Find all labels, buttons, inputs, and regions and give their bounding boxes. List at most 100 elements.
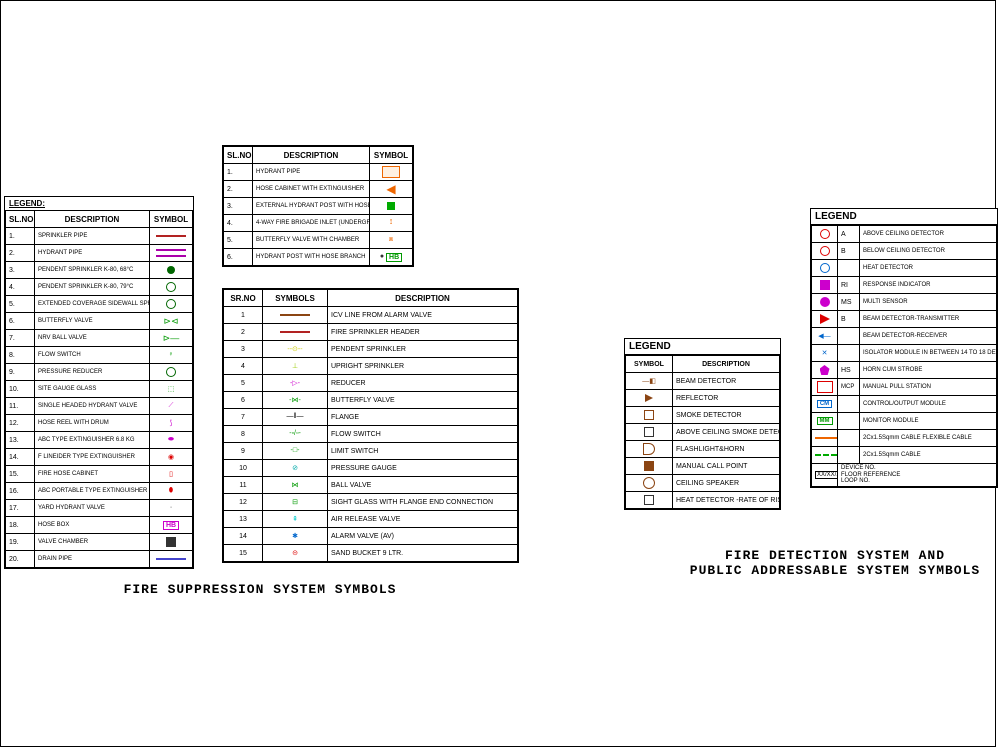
legend3-table: SR.NO SYMBOLS DESCRIPTION 1ICV LINE FROM… — [223, 289, 518, 562]
hydrant-pipe-icon — [156, 249, 186, 257]
nrv-ball-valve-icon: ⊳— — [163, 333, 180, 344]
multi-sensor-icon — [820, 297, 830, 307]
pendent-sprinkler2-icon: --⊙-- — [287, 345, 302, 353]
limit-switch-icon: -□- — [291, 447, 300, 454]
beam-transmitter-icon — [820, 314, 830, 324]
th-slno: SL.NO — [6, 211, 35, 228]
reducer-icon: -▷- — [290, 379, 300, 387]
alarm-valve-icon: ✱ — [292, 532, 298, 540]
heat-detector-ror-icon — [644, 495, 654, 505]
table-row: 17.YARD HYDRANT VALVE· — [6, 500, 193, 517]
table-row: HSHORN CUM STROBE — [812, 362, 997, 379]
pendent-sprinkler-79-icon — [166, 282, 176, 292]
table-row: 19.VALVE CHAMBER — [6, 534, 193, 551]
manual-pull-station-icon — [817, 381, 833, 393]
table-row: 18.HOSE BOXHB — [6, 517, 193, 534]
upright-sprinkler-icon: ⊥ — [292, 362, 298, 370]
table-row: 3--⊙--PENDENT SPRINKLER — [224, 341, 518, 358]
table-row: 5.BUTTERFLY VALVE WITH CHAMBER⧈ — [224, 232, 413, 249]
table-row: MANUAL CALL POINT — [626, 458, 780, 475]
table-row: 7.NRV BALL VALVE⊳— — [6, 330, 193, 347]
butterfly-valve-icon: ⊳⊲ — [163, 316, 178, 327]
beam-detector-icon: —◧ — [642, 377, 656, 385]
hydrant-pipe2-icon — [382, 166, 400, 178]
flange-icon: —‖— — [287, 413, 304, 420]
legend1-table: SL.NO DESCRIPTION SYMBOL 1.SPRINKLER PIP… — [5, 210, 193, 568]
table-row: CEILING SPEAKER — [626, 475, 780, 492]
above-ceiling-detector-icon — [820, 229, 830, 239]
title-left: FIRE SUPPRESSION SYSTEM SYMBOLS — [60, 582, 460, 597]
title-right: FIRE DETECTION SYSTEM AND PUBLIC ADDRESS… — [675, 548, 995, 578]
valve-chamber-icon — [166, 537, 176, 547]
horn-strobe-icon — [820, 365, 830, 375]
abc-extinguisher-icon: ⬬ — [168, 436, 174, 444]
table-row: 2FIRE SPRINKLER HEADER — [224, 324, 518, 341]
table-row: AABOVE CEILING DETECTOR — [812, 226, 997, 243]
table-row: 12⊟SIGHT GLASS WITH FLANGE END CONNECTIO… — [224, 494, 518, 511]
table-row: 1.HYDRANT PIPE — [224, 164, 413, 181]
table-row: ABOVE CEILING SMOKE DETECTOR — [626, 424, 780, 441]
table-row: 8-▫/▫-FLOW SWITCH — [224, 426, 518, 443]
table-row: 5-▷-REDUCER — [224, 375, 518, 392]
yard-hydrant-icon: · — [170, 504, 172, 511]
hose-cabinet-ext-icon: ◀ — [386, 182, 395, 196]
table-row: BBEAM DETECTOR-TRANSMITTER — [812, 311, 997, 328]
table-row: 6-⋈-BUTTERFLY VALVE — [224, 392, 518, 409]
table-row: 2.HYDRANT PIPE — [6, 245, 193, 262]
legend-suppression-1: LEGEND: SL.NO DESCRIPTION SYMBOL 1.SPRIN… — [4, 196, 194, 569]
air-release-valve-icon: ⇞ — [292, 515, 298, 523]
table-row: 2.HOSE CABINET WITH EXTINGUISHER◀ — [224, 181, 413, 198]
hydrant-post-hose-icon: ● — [380, 253, 384, 260]
flashlight-horn-icon — [643, 443, 655, 455]
table-row: HEAT DETECTOR — [812, 260, 997, 277]
table-row: FLASHLIGHT&HORN — [626, 441, 780, 458]
table-row: 6.BUTTERFLY VALVE⊳⊲ — [6, 313, 193, 330]
table-row: 9.PRESSURE REDUCER — [6, 364, 193, 381]
legend2-table: SL.NO DESCRIPTION SYMBOL 1.HYDRANT PIPE … — [223, 146, 413, 266]
flow-switch-icon: ♀ — [168, 351, 173, 358]
table-row: HEAT DETECTOR -RATE OF RISE — [626, 492, 780, 509]
ceiling-speaker-icon — [643, 477, 655, 489]
table-row: RIRESPONSE INDICATOR — [812, 277, 997, 294]
legend-detection-2: LEGEND AABOVE CEILING DETECTOR BBELOW CE… — [810, 208, 998, 488]
th-symbol: SYMBOL — [150, 211, 193, 228]
ext-hydrant-post-icon — [387, 202, 395, 210]
control-output-module-icon: CM — [817, 400, 832, 408]
table-row: 10⊘PRESSURE GAUGE — [224, 460, 518, 477]
sidewall-sprinkler-icon — [166, 299, 176, 309]
table-row: 2Cx1.5Sqmm CABLE — [812, 447, 997, 464]
table-row: 11.SINGLE HEADED HYDRANT VALVE⟋ — [6, 398, 193, 415]
table-row: 13⇞AIR RELEASE VALVE — [224, 511, 518, 528]
hose-reel-drum-icon: ⟆ — [170, 419, 173, 427]
table-row: —◧BEAM DETECTOR — [626, 373, 780, 390]
table-row: 11⋈BALL VALVE — [224, 477, 518, 494]
table-row: 7—‖—FLANGE — [224, 409, 518, 426]
f-lineider-ext-icon: ◉ — [168, 453, 174, 461]
table-row: MSMULTI SENSOR — [812, 294, 997, 311]
reflector-icon — [645, 394, 653, 402]
butterfly-chamber-icon: ⧈ — [389, 236, 393, 244]
smoke-detector-icon — [644, 410, 654, 420]
cable-flex-icon — [815, 437, 838, 439]
legend4-table: SYMBOL DESCRIPTION —◧BEAM DETECTOR REFLE… — [625, 355, 780, 509]
sprinkler-header-icon — [280, 331, 310, 333]
legend4-title: LEGEND — [625, 339, 780, 355]
hose-box-icon: HB — [163, 521, 179, 530]
icv-line-icon — [280, 314, 310, 316]
table-row: MCPMANUAL PULL STATION — [812, 379, 997, 396]
table-row: 2Cx1.5Sqmm CABLE FLEXIBLE CABLE — [812, 430, 997, 447]
single-hydrant-valve-icon: ⟋ — [169, 402, 174, 410]
table-row: 8.FLOW SWITCH♀ — [6, 347, 193, 364]
table-row: CMCONTROL/OUTPUT MODULE — [812, 396, 997, 413]
legend-suppression-2: SL.NO DESCRIPTION SYMBOL 1.HYDRANT PIPE … — [222, 145, 414, 267]
table-row: 4.4-WAY FIRE BRIGADE INLET (UNDERGROUND … — [224, 215, 413, 232]
sight-glass-icon: ⊟ — [292, 498, 298, 506]
table-row: 3.EXTERNAL HYDRANT POST WITH HOSE REEL &… — [224, 198, 413, 215]
table-row: 20.DRAIN PIPE — [6, 551, 193, 568]
legend1-title: LEGEND: — [5, 197, 193, 210]
legend5-title: LEGEND — [811, 209, 997, 225]
butterfly-valve2-icon: -⋈- — [289, 396, 301, 404]
table-row: ✕ISOLATOR MODULE IN BETWEEN 14 TO 18 DET… — [812, 345, 997, 362]
table-row: 6.HYDRANT POST WITH HOSE BRANCH● HB — [224, 249, 413, 266]
th-desc: DESCRIPTION — [35, 211, 150, 228]
